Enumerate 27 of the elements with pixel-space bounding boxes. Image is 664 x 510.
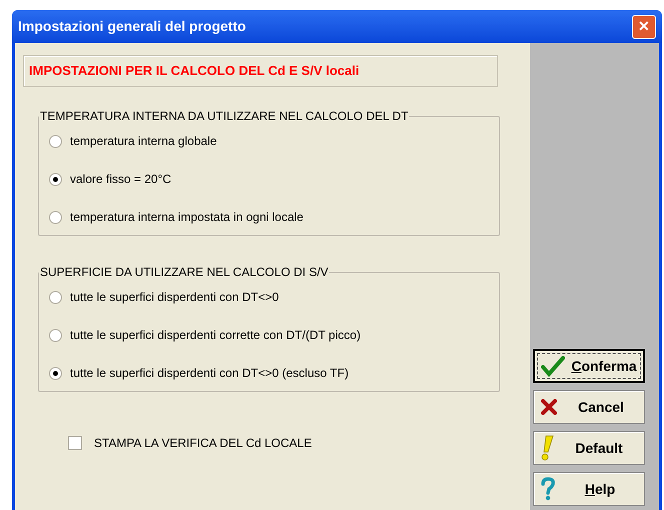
option-label: temperatura interna impostata in ogni locale [70, 209, 304, 226]
option-label: valore fisso = 20°C [70, 171, 172, 188]
option-label: tutte le superfici disperdenti con DT<>0 (escluso TF) [70, 365, 349, 382]
header-banner: IMPOSTAZIONI PER IL CALCOLO DEL Cd E S/V locali [23, 55, 498, 87]
checkbox-label: STAMPA LA VERIFICA DEL Cd LOCALE [94, 435, 312, 452]
radio-button[interactable] [49, 290, 62, 304]
cancel-button[interactable]: Cancel [533, 390, 645, 424]
option-label: tutte le superfici disperdenti corrette con DT/(DT picco) [70, 327, 361, 344]
exclamation-icon [540, 435, 554, 461]
radio-button[interactable] [49, 172, 62, 186]
group-title: SUPERFICIE DA UTILIZZARE NEL CALCOLO DI S/V [39, 264, 330, 281]
checkmark-icon [541, 355, 565, 377]
option-label: temperatura interna globale [70, 133, 217, 150]
radio-button[interactable] [49, 328, 62, 342]
radio-button[interactable] [49, 366, 62, 380]
help-icon [540, 477, 556, 501]
radio-button[interactable] [49, 210, 62, 224]
help-button[interactable]: Help [533, 472, 645, 506]
radio-button[interactable] [49, 134, 62, 148]
group-title: TEMPERATURA INTERNA DA UTILIZZARE NEL CALCOLO DEL DT [39, 108, 410, 125]
close-icon [540, 398, 558, 416]
checkbox[interactable] [68, 436, 82, 450]
option-label: tutte le superfici disperdenti con DT<>0 [70, 289, 279, 306]
confirm-button[interactable]: Conferma [533, 349, 645, 383]
default-button[interactable]: Default [533, 431, 645, 465]
close-button[interactable]: ✕ [632, 14, 656, 38]
window-title: Impostazioni generali del progetto [18, 17, 246, 36]
